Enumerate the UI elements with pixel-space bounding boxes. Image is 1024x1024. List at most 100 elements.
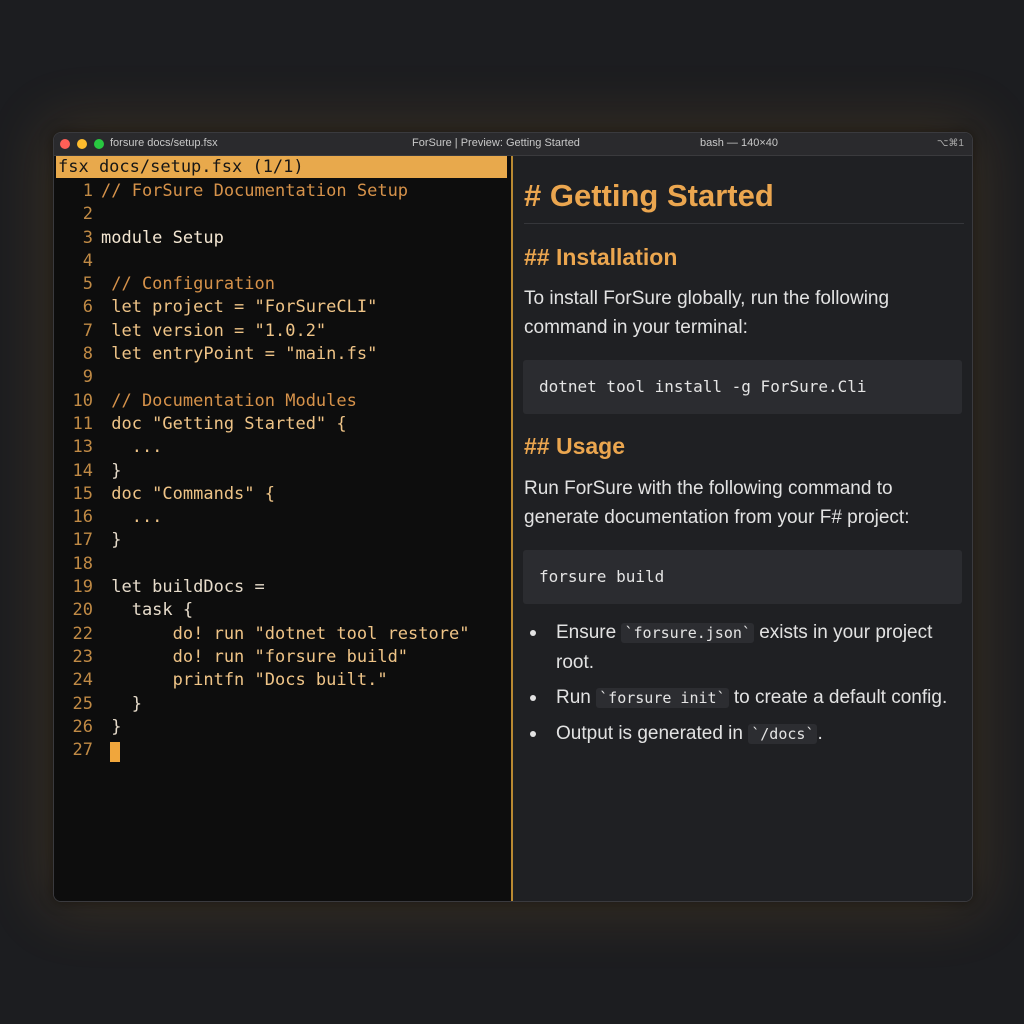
code-text: // Configuration — [101, 274, 275, 295]
text-cursor — [110, 742, 120, 763]
list-item: Ensure `forsure.json` exists in your pro… — [524, 618, 964, 677]
session-title: bash — 140×40 — [700, 137, 778, 149]
code-text: module Setup — [101, 227, 224, 248]
code-line[interactable]: 8 let entryPoint = "main.fs" — [54, 343, 511, 366]
install-code-block[interactable]: dotnet tool install -g ForSure.Cli — [523, 360, 962, 414]
window-title: forsure docs/setup.fsx — [110, 137, 218, 149]
code-text: } — [101, 460, 122, 481]
line-number: 8 — [82, 344, 93, 365]
line-number: 27 — [72, 740, 93, 761]
notes-list: Ensure `forsure.json` exists in your pro… — [524, 618, 964, 755]
bullet-icon — [530, 695, 536, 701]
markdown-preview-pane[interactable]: # Getting Started ## Installation To ins… — [513, 156, 972, 901]
code-text: } — [101, 716, 122, 737]
code-text: let buildDocs = — [101, 577, 265, 598]
terminal-window: forsure docs/setup.fsx ForSure | Preview… — [53, 132, 973, 902]
bullet-icon — [530, 630, 536, 636]
code-line[interactable]: 6 let project = "ForSureCLI" — [54, 296, 511, 319]
code-text: } — [101, 530, 122, 551]
code-line[interactable]: 26 } — [54, 716, 511, 739]
code-text: let project = "ForSureCLI" — [101, 297, 378, 318]
line-number: 23 — [72, 646, 93, 667]
code-text: ... — [101, 437, 163, 458]
line-number: 13 — [72, 437, 93, 458]
installation-heading: ## Installation — [524, 244, 678, 270]
code-line[interactable]: 14 } — [54, 460, 511, 483]
line-number: 22 — [72, 623, 93, 644]
code-line[interactable]: 27 — [54, 739, 511, 763]
bullet-text: Ensure — [556, 622, 622, 643]
editor-status-bar: fsx docs/setup.fsx (1/1) — [56, 156, 507, 178]
line-number: 15 — [72, 483, 93, 504]
code-area[interactable]: 1 // ForSure Documentation Setup 2 3 module … — [54, 180, 511, 763]
line-number: 19 — [72, 577, 93, 598]
usage-code-block[interactable]: forsure build — [523, 550, 962, 604]
code-line[interactable]: 24 printfn "Docs built." — [54, 669, 511, 692]
line-number: 2 — [82, 204, 93, 225]
code-line[interactable]: 5 // Configuration — [54, 273, 511, 296]
code-line[interactable]: 13 ... — [54, 436, 511, 459]
code-text: doc "Getting Started" { — [101, 413, 347, 434]
line-number: 18 — [72, 553, 93, 574]
bullet-text: . — [817, 723, 823, 744]
pane-title: ForSure | Preview: Getting Started — [412, 137, 580, 149]
code-line[interactable]: 9 — [54, 366, 511, 389]
code-line[interactable]: 15 doc "Commands" { — [54, 483, 511, 506]
code-line[interactable]: 17 } — [54, 529, 511, 552]
line-number: 7 — [82, 320, 93, 341]
close-icon[interactable] — [60, 139, 70, 149]
code-line[interactable]: 11 doc "Getting Started" { — [54, 413, 511, 436]
installation-text: To install ForSure globally, run the fol… — [524, 288, 890, 338]
code-line[interactable]: 10 // Documentation Modules — [54, 390, 511, 413]
line-number: 3 — [82, 227, 93, 248]
code-text: do! run "forsure build" — [101, 646, 409, 667]
title-bar: forsure docs/setup.fsx ForSure | Preview… — [54, 133, 972, 156]
code-text: let entryPoint = "main.fs" — [101, 344, 378, 365]
list-item: Run `forsure init` to create a default c… — [524, 683, 964, 713]
code-line[interactable]: 20 task { — [54, 599, 511, 622]
line-number: 10 — [72, 390, 93, 411]
inline-code: `forsure.json` — [621, 623, 754, 643]
line-number: 20 — [72, 600, 93, 621]
bullet-text: to create a default config. — [728, 687, 948, 708]
inline-code: `/docs` — [748, 724, 818, 744]
code-line[interactable]: 18 — [54, 553, 511, 576]
line-number: 25 — [72, 693, 93, 714]
usage-heading: ## Usage — [524, 433, 626, 459]
code-line[interactable]: 2 — [54, 203, 511, 226]
inline-code: `forsure init` — [596, 688, 729, 708]
line-number: 1 — [82, 181, 93, 201]
code-text: let version = "1.0.2" — [101, 320, 327, 341]
title-divider — [524, 223, 964, 224]
line-number: 16 — [72, 507, 93, 528]
line-number: 24 — [72, 670, 93, 691]
code-line[interactable]: 23 do! run "forsure build" — [54, 646, 511, 669]
minimize-icon[interactable] — [77, 139, 87, 149]
code-text: do! run "dotnet tool restore" — [101, 623, 470, 644]
line-number: 9 — [82, 367, 93, 388]
editor-pane[interactable]: fsx docs/setup.fsx (1/1) 1 // ForSure Doc… — [54, 156, 513, 901]
code-text: // ForSure Documentation Setup — [101, 181, 409, 201]
line-number: 11 — [72, 413, 93, 434]
list-item: Output is generated in `/docs`. — [524, 719, 964, 749]
maximize-icon[interactable] — [94, 139, 104, 149]
code-line[interactable]: 3 module Setup — [54, 227, 511, 250]
code-text: } — [101, 693, 142, 714]
code-line[interactable]: 4 — [54, 250, 511, 273]
bullet-text: Run — [556, 687, 597, 708]
shortcut-label: ⌥⌘1 — [936, 138, 964, 149]
code-text: ... — [101, 507, 163, 528]
bullet-text: Output is generated in — [556, 723, 749, 744]
code-line[interactable]: 7 let version = "1.0.2" — [54, 320, 511, 343]
line-number: 14 — [72, 460, 93, 481]
code-line[interactable]: 19 let buildDocs = — [54, 576, 511, 599]
line-number: 17 — [72, 530, 93, 551]
code-text: task { — [101, 600, 194, 621]
line-number: 4 — [82, 250, 93, 271]
line-number: 26 — [72, 716, 93, 737]
code-line[interactable]: 22 do! run "dotnet tool restore" — [54, 623, 511, 646]
code-line[interactable]: 25 } — [54, 693, 511, 716]
line-number: 6 — [82, 297, 93, 318]
code-line[interactable]: 16 ... — [54, 506, 511, 529]
code-line[interactable]: 1 // ForSure Documentation Setup — [54, 180, 511, 203]
